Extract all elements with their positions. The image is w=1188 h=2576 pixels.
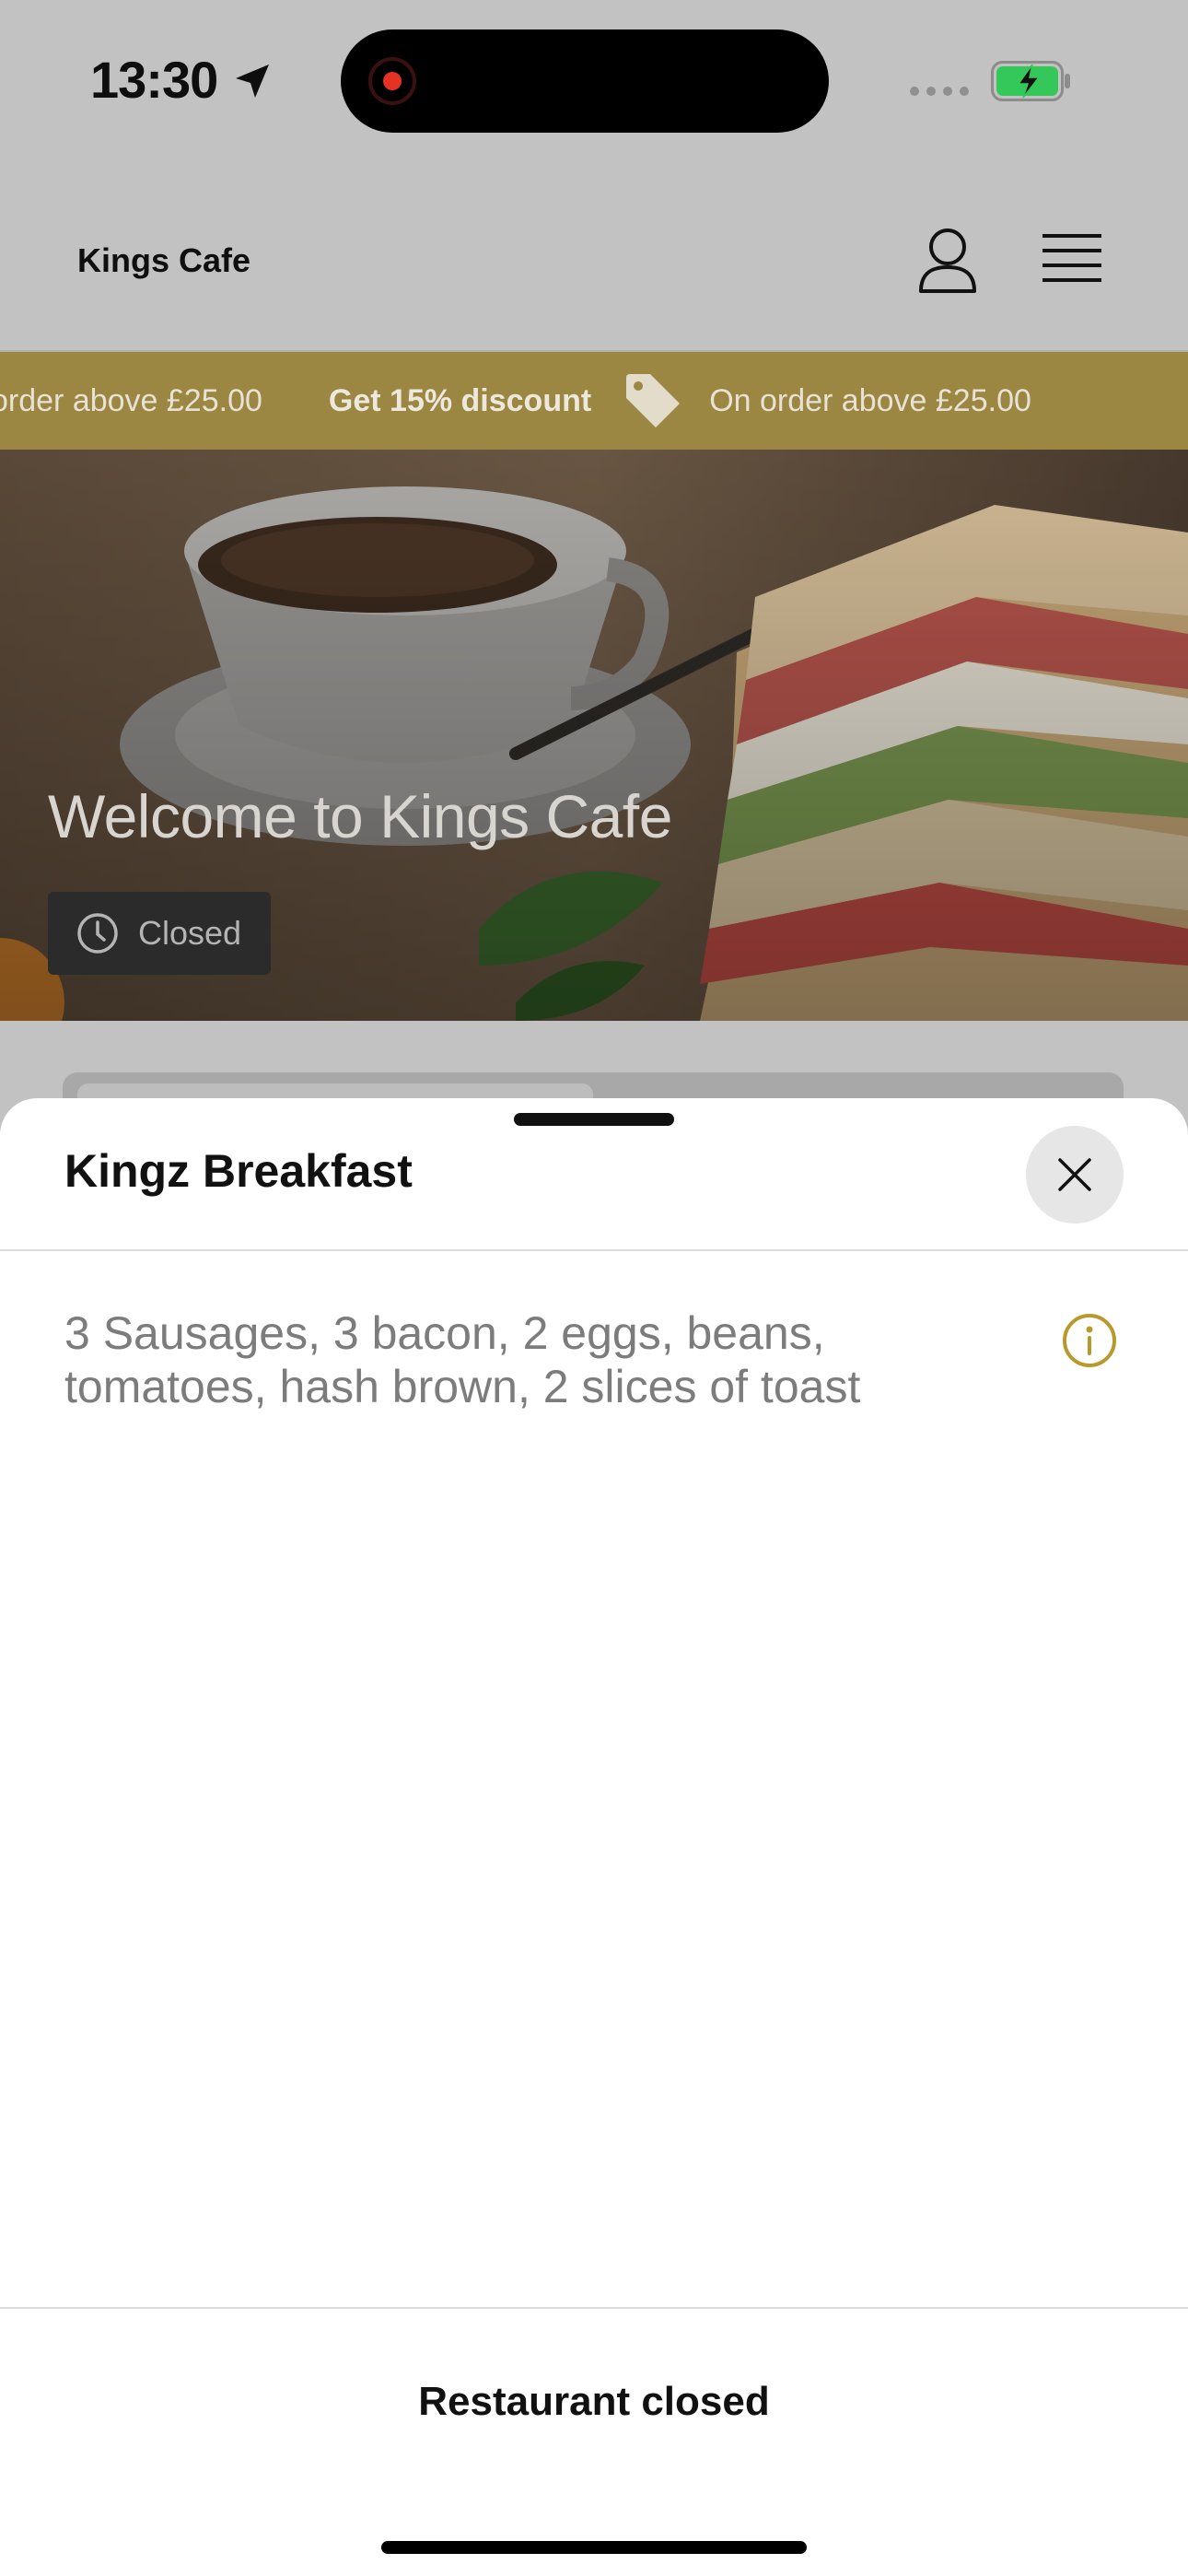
divider xyxy=(0,2307,1188,2309)
status-bar: 13:30 xyxy=(0,0,1188,162)
restaurant-closed-label: Restaurant closed xyxy=(418,2379,770,2424)
sheet-grabber[interactable] xyxy=(514,1113,674,1126)
price-tag-icon xyxy=(626,374,681,427)
status-badge: Closed xyxy=(48,892,271,975)
brand-name[interactable]: Kings Cafe xyxy=(77,241,250,280)
divider xyxy=(0,1249,1188,1251)
location-arrow-icon xyxy=(236,64,269,98)
app-header: Kings Cafe xyxy=(0,162,1188,352)
app-screen: 13:30 Kings Cafe order above £25.00 Get … xyxy=(0,0,1188,2576)
close-button[interactable] xyxy=(1026,1126,1124,1224)
hero-title: Welcome to Kings Cafe xyxy=(48,782,672,850)
cellular-signal-icon xyxy=(910,87,969,96)
dynamic-island xyxy=(341,29,829,133)
user-icon[interactable] xyxy=(917,227,978,295)
hero-banner: Welcome to Kings Cafe Closed xyxy=(0,450,1188,1021)
promo-detail: On order above £25.00 xyxy=(709,382,1031,418)
promo-headline: Get 15% discount xyxy=(328,382,592,418)
promo-detail: order above £25.00 xyxy=(0,382,262,418)
record-dot-icon xyxy=(368,57,416,105)
info-icon[interactable] xyxy=(1061,1312,1118,1369)
home-indicator[interactable] xyxy=(381,2541,807,2554)
status-text: Closed xyxy=(138,914,242,952)
item-description: 3 Sausages, 3 bacon, 2 eggs, beans, toma… xyxy=(64,1307,861,1412)
clock-icon xyxy=(77,913,118,954)
close-icon xyxy=(1058,1158,1091,1191)
battery-charging-icon xyxy=(991,61,1070,101)
status-time: 13:30 xyxy=(90,51,218,109)
promo-track: order above £25.00 Get 15% discount On o… xyxy=(0,352,1031,450)
hamburger-menu-icon[interactable] xyxy=(1042,232,1101,286)
sheet-title: Kingz Breakfast xyxy=(64,1145,413,1197)
item-detail-sheet: Kingz Breakfast 3 Sausages, 3 bacon, 2 e… xyxy=(0,1098,1188,2576)
promo-ticker: order above £25.00 Get 15% discount On o… xyxy=(0,352,1188,450)
